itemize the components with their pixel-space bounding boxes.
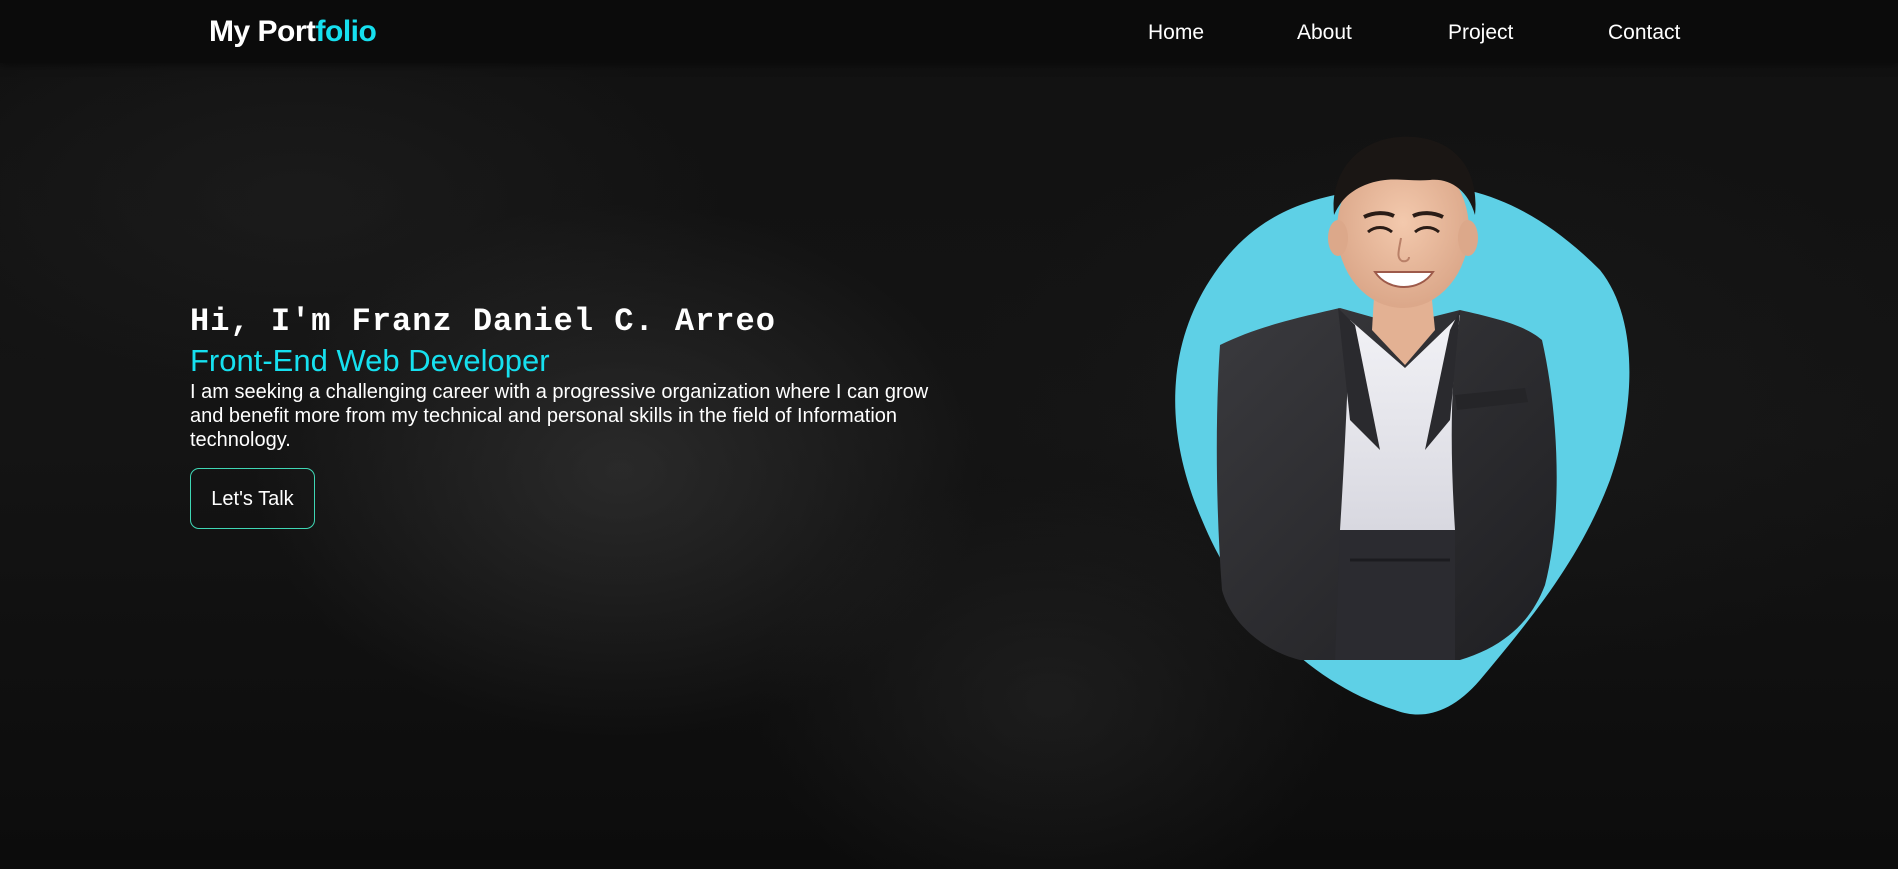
profile-photo (1150, 120, 1630, 740)
navbar: My Portfolio Home About Project Contact (0, 0, 1898, 63)
logo-text-accent: folio (315, 15, 377, 48)
lets-talk-button[interactable]: Let's Talk (190, 468, 315, 529)
logo-text-primary: My Port (209, 15, 316, 48)
nav-link-home[interactable]: Home (1148, 20, 1204, 46)
site-logo[interactable]: My Portfolio (209, 14, 377, 50)
hero-description: I am seeking a challenging career with a… (190, 381, 929, 451)
hero-role: Front-End Web Developer (190, 343, 550, 378)
nav-link-project[interactable]: Project (1448, 20, 1513, 46)
nav-link-contact[interactable]: Contact (1608, 20, 1680, 46)
nav-link-about[interactable]: About (1297, 20, 1352, 46)
profile-photo-icon (1175, 136, 1630, 715)
hero-greeting: Hi, I'm Franz Daniel C. Arreo (190, 303, 776, 340)
